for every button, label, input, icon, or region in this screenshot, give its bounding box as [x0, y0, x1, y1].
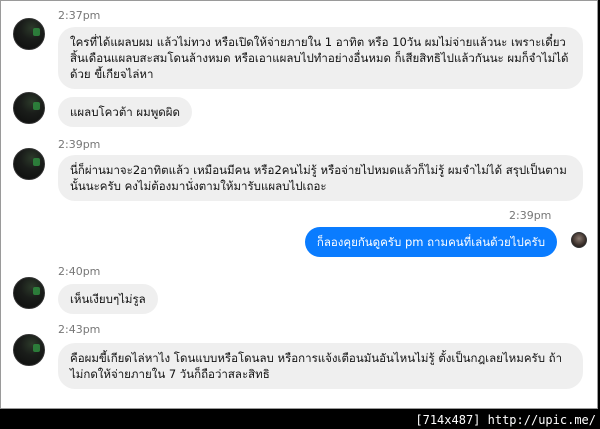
timestamp: 2:39pm — [509, 209, 552, 222]
avatar[interactable] — [13, 334, 45, 366]
avatar[interactable] — [13, 277, 45, 309]
avatar[interactable] — [13, 148, 45, 180]
watermark-footer: [714x487] http://upic.me/ — [415, 413, 596, 427]
message-bubble: เห็นเงียบๆไม่รูล — [58, 284, 158, 314]
avatar[interactable] — [13, 92, 45, 124]
timestamp: 2:40pm — [58, 265, 101, 278]
message-bubble-mine: ก็ลองคุยกันดูครับ pm ถามคนที่เล่นด้วยไปค… — [304, 227, 557, 257]
avatar[interactable] — [13, 18, 45, 50]
message-bubble: คือผมขี้เกียดไล่หาไง โดนแบบหรือโดนลบ หรื… — [58, 343, 583, 389]
chat-window: 2:37pm ใครที่ได้แผลบผม แล้วไม่ทวง หรือเป… — [0, 0, 598, 409]
timestamp: 2:37pm — [58, 9, 101, 22]
message-bubble: ใครที่ได้แผลบผม แล้วไม่ทวง หรือเปิดให้จ่… — [58, 27, 583, 89]
message-bubble: นี่ก็ผ่านมาจะ2อาทิตแล้ว เหมือนมีคน หรือ2… — [58, 155, 583, 201]
timestamp: 2:43pm — [58, 323, 101, 336]
avatar[interactable] — [571, 232, 587, 248]
message-bubble: แผลบโควต้า ผมพูดผิด — [58, 97, 192, 127]
timestamp: 2:39pm — [58, 138, 101, 151]
